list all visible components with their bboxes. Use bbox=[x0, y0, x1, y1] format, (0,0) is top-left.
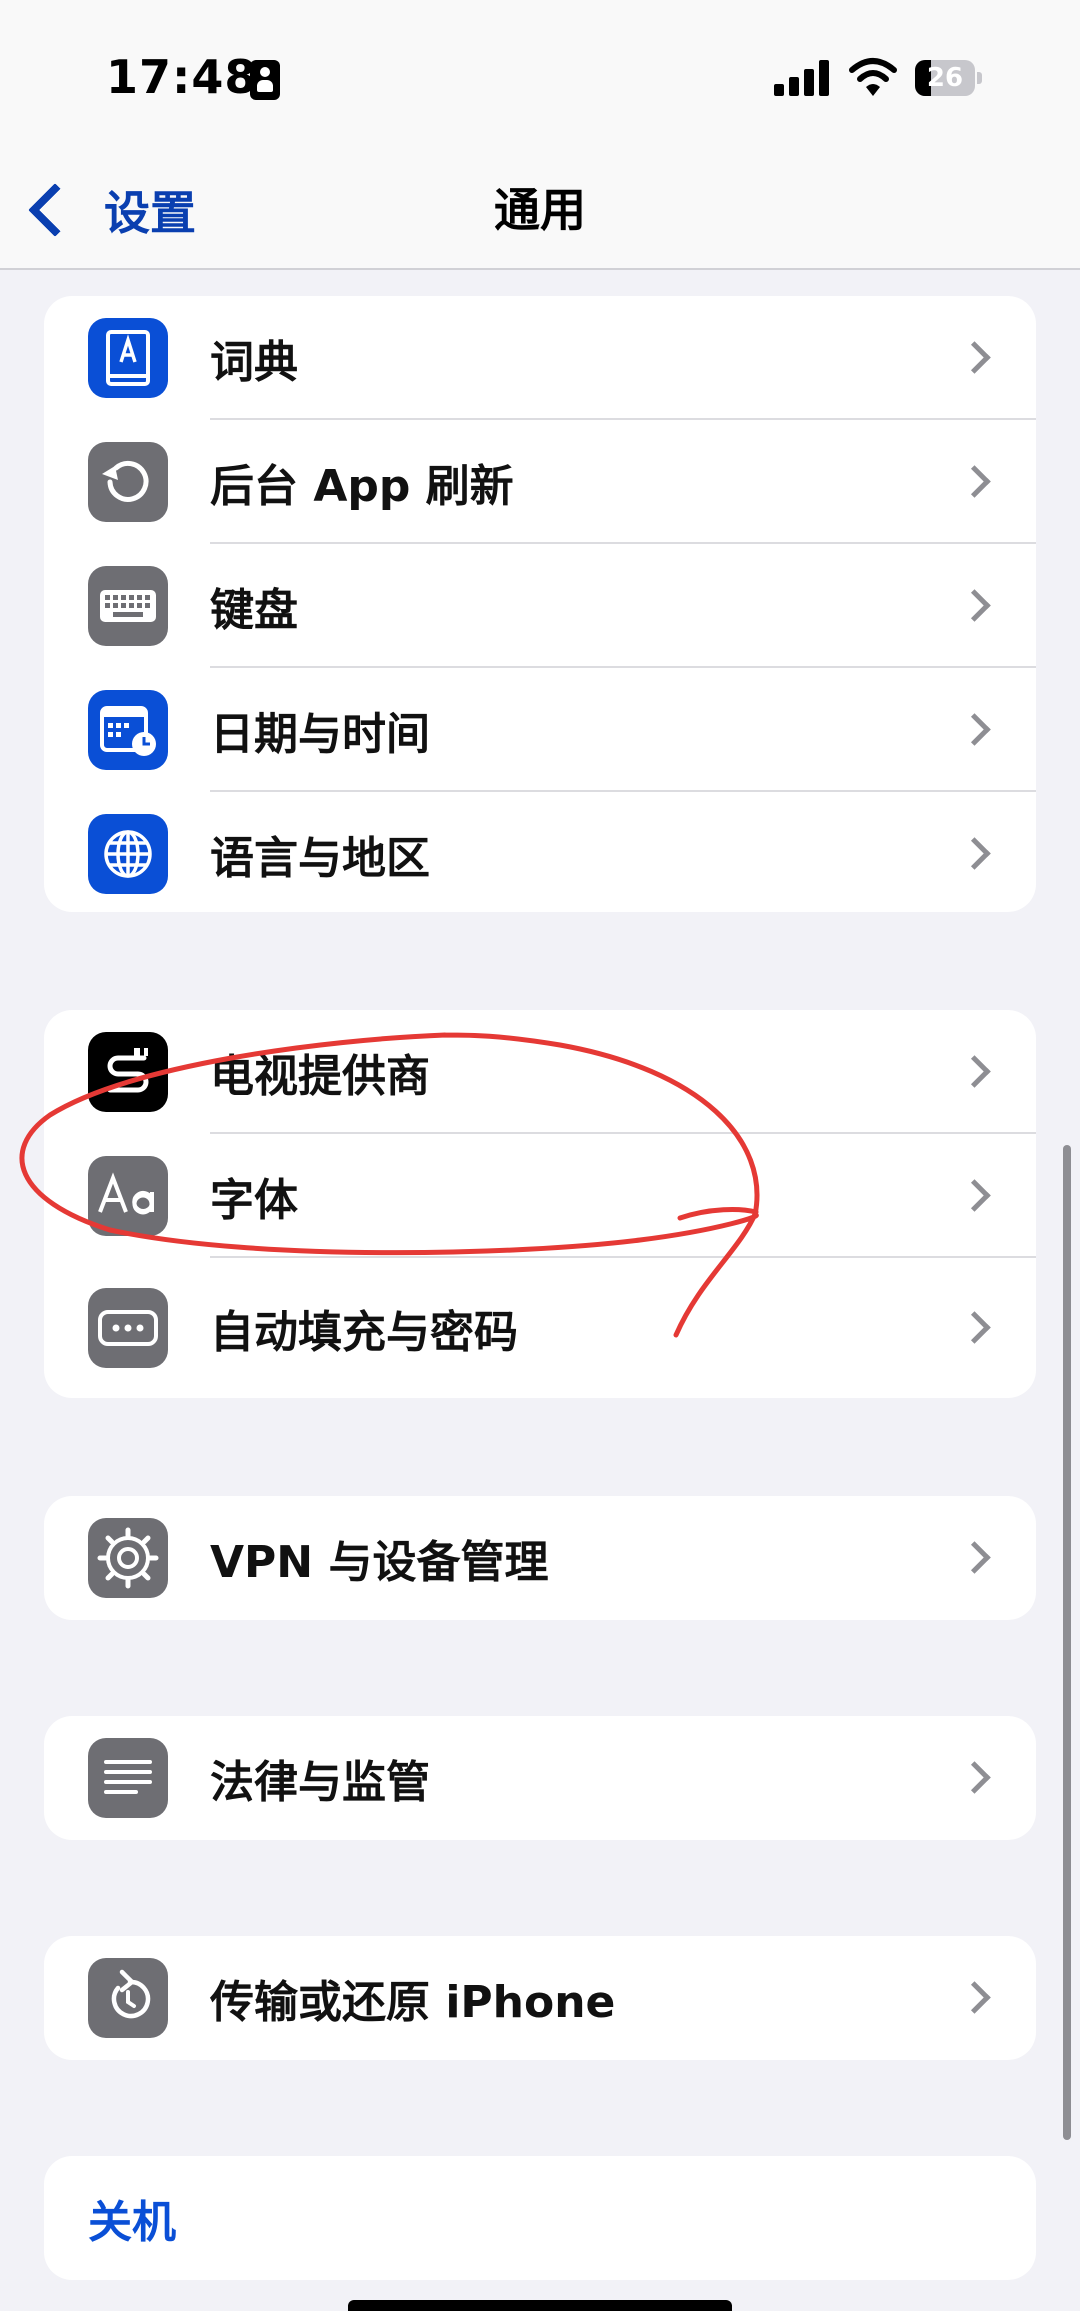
chevron-right-icon bbox=[958, 1055, 991, 1088]
row-label: 传输或还原 iPhone bbox=[210, 1977, 616, 2028]
wifi-icon bbox=[849, 58, 897, 96]
chevron-right-icon bbox=[958, 837, 991, 870]
row-label: 后台 App 刷新 bbox=[210, 461, 514, 512]
keyboard-icon bbox=[88, 566, 168, 646]
settings-group-2: 电视提供商 字体 自动填充与密码 bbox=[44, 1010, 1036, 1398]
row-label: 键盘 bbox=[210, 585, 298, 636]
chevron-right-icon bbox=[958, 1541, 991, 1574]
row-label: 字体 bbox=[210, 1175, 298, 1226]
settings-group-5: 传输或还原 iPhone bbox=[44, 1936, 1036, 2060]
dictionary-icon bbox=[88, 318, 168, 398]
settings-row-tv-provider[interactable]: 电视提供商 bbox=[44, 1010, 1036, 1134]
settings-row-background-app-refresh[interactable]: 后台 App 刷新 bbox=[44, 420, 1036, 544]
reset-icon bbox=[88, 1958, 168, 2038]
settings-row-legal-regulatory[interactable]: 法律与监管 bbox=[44, 1716, 1036, 1840]
chevron-right-icon bbox=[958, 1311, 991, 1344]
chevron-right-icon bbox=[958, 341, 991, 374]
chevron-right-icon bbox=[958, 713, 991, 746]
battery-level-text: 26 bbox=[926, 63, 964, 93]
globe-icon bbox=[88, 814, 168, 894]
status-time: 17:48 bbox=[106, 50, 258, 104]
row-label: 法律与监管 bbox=[210, 1757, 430, 1808]
document-lines-icon bbox=[88, 1738, 168, 1818]
row-label: 日期与时间 bbox=[210, 709, 430, 760]
settings-group-3: VPN 与设备管理 bbox=[44, 1496, 1036, 1620]
status-bar: 17:48 26 bbox=[0, 0, 1080, 150]
page-title: 通用 bbox=[494, 183, 586, 237]
settings-group-1: 词典 后台 App 刷新 键盘 日期与时间 语言与地区 bbox=[44, 296, 1036, 912]
chevron-right-icon bbox=[958, 589, 991, 622]
cellular-signal-icon bbox=[774, 60, 830, 96]
settings-row-dictionary[interactable]: 词典 bbox=[44, 296, 1036, 420]
background-refresh-icon bbox=[88, 442, 168, 522]
row-label: 语言与地区 bbox=[210, 833, 430, 884]
settings-row-date-time[interactable]: 日期与时间 bbox=[44, 668, 1036, 792]
navigation-bar: 设置 通用 bbox=[0, 150, 1080, 270]
chevron-right-icon bbox=[958, 1981, 991, 2014]
settings-group-6: 关机 bbox=[44, 2156, 1036, 2280]
scrollbar[interactable] bbox=[1063, 1145, 1071, 2140]
gear-icon bbox=[88, 1518, 168, 1598]
chevron-right-icon bbox=[958, 1179, 991, 1212]
chevron-right-icon bbox=[958, 1761, 991, 1794]
password-key-icon bbox=[88, 1288, 168, 1368]
settings-row-transfer-reset-iphone[interactable]: 传输或还原 iPhone bbox=[44, 1936, 1036, 2060]
tv-provider-icon bbox=[88, 1032, 168, 1112]
row-label: 自动填充与密码 bbox=[210, 1307, 518, 1358]
settings-row-fonts[interactable]: 字体 bbox=[44, 1134, 1036, 1258]
row-label: VPN 与设备管理 bbox=[210, 1537, 549, 1588]
focus-person-icon bbox=[250, 60, 280, 100]
home-indicator[interactable] bbox=[348, 2300, 732, 2311]
settings-row-vpn-device-management[interactable]: VPN 与设备管理 bbox=[44, 1496, 1036, 1620]
font-icon bbox=[88, 1156, 168, 1236]
settings-row-language-region[interactable]: 语言与地区 bbox=[44, 792, 1036, 912]
chevron-right-icon bbox=[958, 465, 991, 498]
settings-row-keyboard[interactable]: 键盘 bbox=[44, 544, 1036, 668]
settings-row-autofill-passwords[interactable]: 自动填充与密码 bbox=[44, 1258, 1036, 1398]
shut-down-button[interactable]: 关机 bbox=[44, 2156, 1036, 2280]
settings-group-4: 法律与监管 bbox=[44, 1716, 1036, 1840]
shut-down-label: 关机 bbox=[88, 2197, 176, 2248]
battery-icon: 26 bbox=[915, 60, 983, 96]
calendar-clock-icon bbox=[88, 690, 168, 770]
row-label: 词典 bbox=[210, 337, 298, 388]
row-label: 电视提供商 bbox=[210, 1051, 430, 1102]
